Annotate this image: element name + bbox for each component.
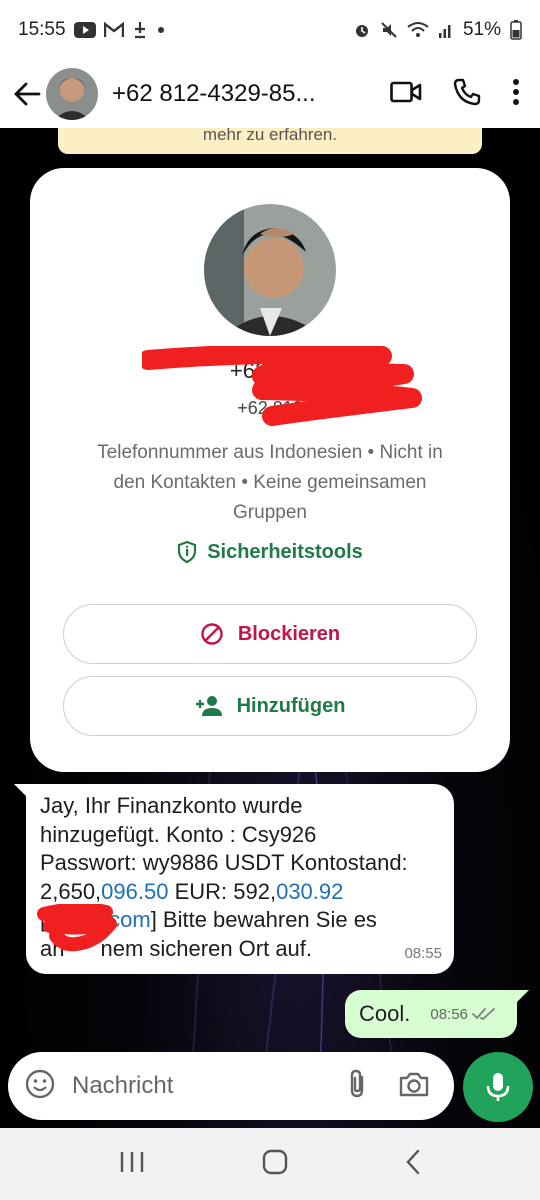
nav-back-button[interactable]: [404, 1149, 422, 1180]
emoji-button[interactable]: [24, 1068, 56, 1105]
chat-area[interactable]: mehr zu erfahren. +62 812 +62 812 Telefo…: [0, 128, 540, 1128]
microphone-icon: [486, 1073, 510, 1101]
battery-icon: [510, 20, 522, 40]
message-line: Passwort: wy9886 USDT Kontostand:: [40, 850, 408, 875]
chat-title[interactable]: +62 812-4329-85...: [112, 80, 340, 108]
recent-apps-icon: [120, 1151, 144, 1172]
contact-avatar[interactable]: [46, 68, 98, 120]
back-button[interactable]: [10, 74, 44, 114]
recent-apps-button[interactable]: [118, 1150, 146, 1179]
phone-link[interactable]: 030.92: [276, 879, 343, 904]
battery-percent: 51%: [462, 19, 501, 40]
composer-actions: [346, 1068, 438, 1105]
status-left: 15:55: [18, 19, 166, 41]
add-person-icon: [195, 696, 222, 716]
double-check-icon: [472, 1008, 495, 1021]
message-input[interactable]: Nachricht: [72, 1072, 346, 1100]
voice-call-button[interactable]: [452, 77, 482, 112]
youtube-icon: [73, 22, 96, 38]
status-bar: 15:55 51%: [0, 0, 540, 60]
incoming-message[interactable]: Jay, Ihr Finanzkonto wurde hinzugefügt. …: [14, 784, 454, 974]
emoji-icon: [25, 1069, 55, 1098]
message-timestamp: 08:56: [430, 1005, 468, 1023]
bubble-tail: [515, 990, 529, 1004]
message-text: ] Bitte bewahren Sie es: [150, 907, 377, 932]
block-label: Blockieren: [237, 622, 341, 645]
phone-link[interactable]: 096.50: [101, 879, 168, 904]
camera-button[interactable]: [398, 1070, 430, 1103]
message-composer: Nachricht: [8, 1052, 454, 1120]
system-nav-bar: [0, 1128, 540, 1200]
back-arrow-icon: [14, 82, 41, 106]
camera-icon: [399, 1072, 429, 1096]
message-text: nem sicheren Ort auf.: [100, 935, 313, 961]
safety-tools-label: Sicherheitstools: [207, 540, 363, 563]
attach-button[interactable]: [346, 1068, 368, 1105]
message-timestamp: 08:55: [404, 944, 442, 962]
outgoing-message[interactable]: Cool. 08:56: [345, 990, 529, 1038]
shield-icon: [178, 540, 197, 564]
message-text: Cool.: [359, 1001, 411, 1026]
block-icon: [201, 623, 223, 645]
message-line: Jay, Ihr Finanzkonto wurde: [40, 793, 303, 818]
home-icon: [262, 1149, 288, 1174]
message-line: 2,650,096.50 EUR: 592,030.92: [40, 878, 440, 907]
message-line: hinzugefügt. Konto : Csy926: [40, 821, 317, 847]
voice-message-button[interactable]: [463, 1052, 533, 1122]
message-meta: 08:56: [430, 1006, 496, 1023]
home-button[interactable]: [262, 1149, 288, 1180]
dot-icon: [156, 25, 166, 35]
redaction-scribble: [142, 346, 422, 426]
more-vert-icon: [513, 78, 519, 105]
contact-info-card: +62 812 +62 812 Telefonnummer aus Indone…: [30, 168, 510, 772]
redaction-scribble: [37, 904, 117, 952]
bubble-tail: [14, 784, 28, 798]
notification-icon: [132, 21, 148, 39]
gmail-icon: [103, 22, 124, 38]
contact-profile-photo[interactable]: [204, 204, 336, 336]
back-chevron-icon: [406, 1149, 420, 1174]
video-call-button[interactable]: [390, 80, 422, 109]
signal-icon: [438, 21, 454, 39]
chat-header: +62 812-4329-85...: [0, 60, 540, 128]
message-text: EUR: 592,: [168, 878, 277, 904]
status-time: 15:55: [18, 19, 66, 40]
add-contact-label: Hinzufügen: [236, 694, 346, 717]
alarm-icon: [353, 21, 371, 39]
mute-icon: [380, 21, 398, 39]
safety-tools-button[interactable]: Sicherheitstools: [30, 540, 510, 564]
video-call-icon: [390, 81, 422, 102]
add-contact-button[interactable]: Hinzufügen: [63, 676, 477, 736]
phone-icon: [453, 78, 481, 105]
wifi-icon: [407, 21, 429, 39]
message-text: 2,650,: [40, 878, 102, 904]
block-button[interactable]: Blockieren: [63, 604, 477, 664]
more-options-button[interactable]: [512, 78, 520, 111]
status-right: 51%: [353, 19, 522, 41]
paperclip-icon: [350, 1069, 364, 1097]
contact-info-text: Telefonnummer aus Indonesien • Nicht in …: [97, 442, 443, 523]
header-actions: [390, 77, 530, 112]
